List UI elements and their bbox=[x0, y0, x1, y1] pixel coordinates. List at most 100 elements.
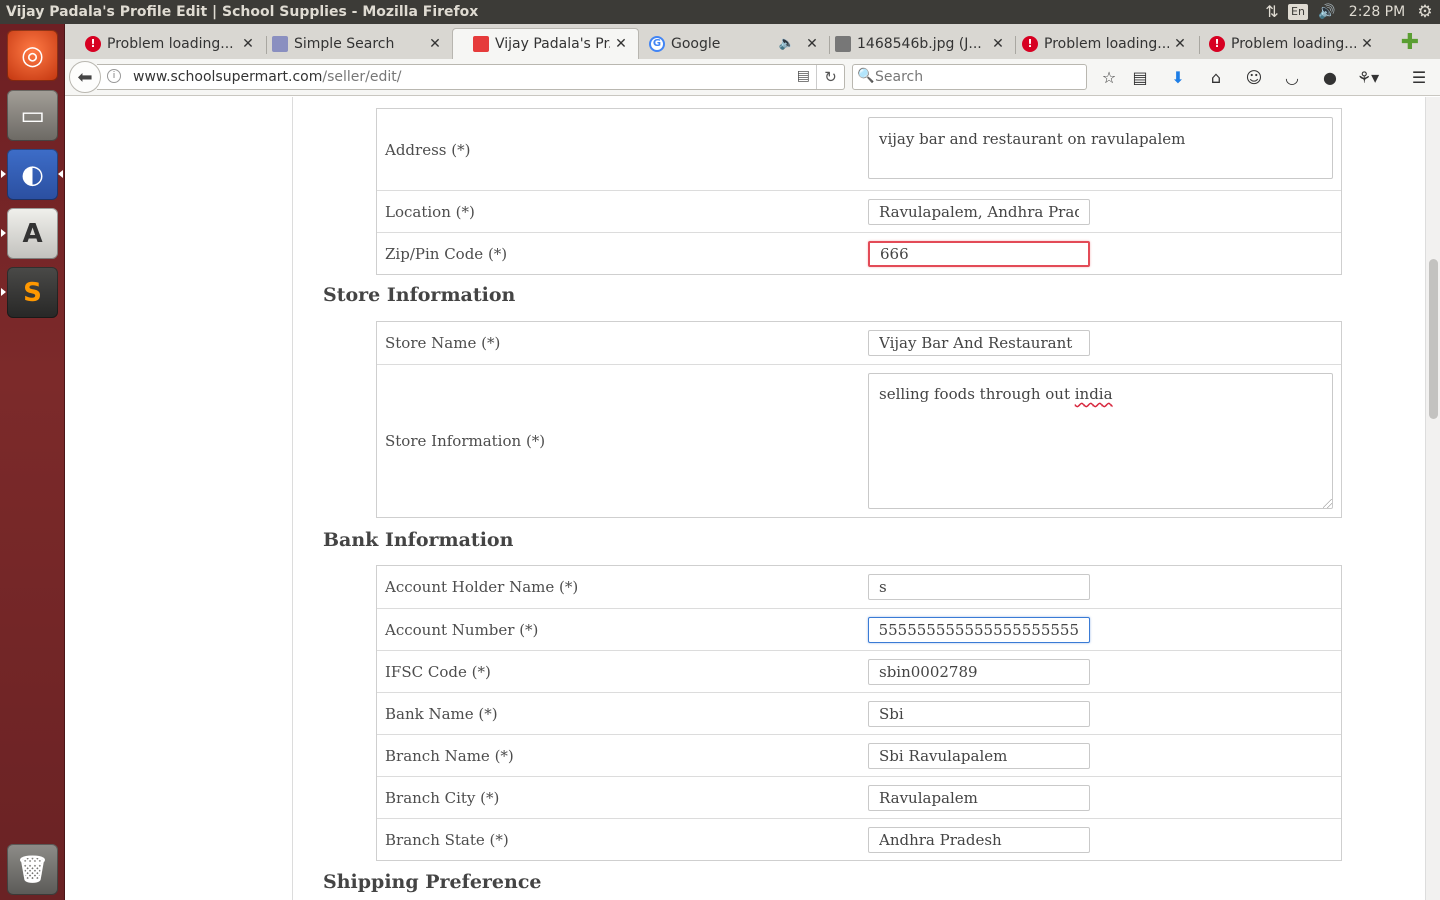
hello-chat-icon[interactable]: ☺ bbox=[1241, 65, 1267, 89]
search-bar[interactable]: 🔍 bbox=[852, 64, 1087, 90]
location-label: Location (*) bbox=[385, 202, 475, 221]
branch-city-input[interactable] bbox=[868, 785, 1090, 811]
page-content: Address (*) Location (*) Zip/Pin Code (*… bbox=[65, 97, 1425, 900]
reload-icon[interactable]: ↻ bbox=[816, 65, 844, 89]
close-tab-icon[interactable]: ✕ bbox=[1360, 36, 1374, 52]
account-holder-input[interactable] bbox=[868, 574, 1090, 600]
trash-icon[interactable]: 🗑 bbox=[7, 844, 58, 895]
new-tab-button[interactable]: ✚ bbox=[1396, 28, 1424, 56]
clock[interactable]: 2:28 PM bbox=[1344, 0, 1410, 24]
firefox-icon[interactable]: ◐ bbox=[7, 149, 58, 200]
downloads-icon[interactable]: ⬇ bbox=[1165, 65, 1191, 89]
page-scrollbar[interactable] bbox=[1425, 97, 1440, 900]
close-tab-icon[interactable]: ✕ bbox=[428, 36, 442, 52]
tab-problem-loading-1[interactable]: ! Problem loading... ✕ bbox=[65, 28, 265, 59]
store-information-heading: Store Information bbox=[323, 284, 516, 306]
hamburger-menu-icon[interactable]: ☰ bbox=[1406, 65, 1432, 89]
error-icon: ! bbox=[1209, 35, 1225, 52]
store-form-table: Store Name (*) Store Information (*) sel… bbox=[376, 321, 1342, 518]
window-title-bar: Vijay Padala's Profile Edit | School Sup… bbox=[0, 0, 1440, 24]
address-label: Address (*) bbox=[385, 140, 471, 159]
tab-problem-loading-2[interactable]: ! Problem loading... ✕ bbox=[1002, 28, 1197, 59]
address-row: Address (*) bbox=[377, 109, 1341, 190]
content-column-border bbox=[292, 97, 293, 900]
store-info-textarea[interactable] bbox=[868, 373, 1333, 509]
close-tab-icon[interactable]: ✕ bbox=[1173, 36, 1187, 52]
bank-name-input[interactable] bbox=[868, 701, 1090, 727]
firefox-running-indicator bbox=[1, 170, 6, 178]
location-input[interactable] bbox=[868, 199, 1090, 225]
account-number-label: Account Number (*) bbox=[385, 620, 539, 639]
branch-state-input[interactable] bbox=[868, 827, 1090, 853]
resize-grip-icon[interactable] bbox=[1323, 499, 1332, 508]
extension-dropdown-icon[interactable]: ⚘▾ bbox=[1355, 65, 1381, 89]
tab-problem-loading-3[interactable]: ! Problem loading... ✕ bbox=[1189, 28, 1384, 59]
keyboard-language-indicator[interactable]: En bbox=[1286, 0, 1310, 24]
bookmarks-list-icon[interactable]: ▤ bbox=[1127, 65, 1153, 89]
bank-form-table: Account Holder Name (*) Account Number (… bbox=[376, 565, 1342, 861]
home-icon[interactable]: ⌂ bbox=[1203, 65, 1229, 89]
zip-input[interactable] bbox=[868, 241, 1090, 267]
address-form-table: Address (*) Location (*) Zip/Pin Code (*… bbox=[376, 108, 1342, 275]
branch-name-row: Branch Name (*) bbox=[377, 734, 1341, 776]
addon-icon[interactable]: ● bbox=[1317, 65, 1343, 89]
store-name-row: Store Name (*) bbox=[377, 322, 1341, 364]
error-icon: ! bbox=[85, 35, 101, 52]
tab-vijay-padala-profile[interactable]: Vijay Padala's Pr... ✕ bbox=[452, 28, 639, 59]
search-icon: 🔍 bbox=[857, 68, 875, 84]
tab-image-jpg[interactable]: 1468546b.jpg (J... ✕ bbox=[815, 28, 1015, 59]
store-name-input[interactable] bbox=[868, 330, 1090, 356]
google-icon: G bbox=[649, 35, 665, 52]
close-tab-icon[interactable]: ✕ bbox=[614, 36, 628, 52]
firefox-focused-indicator bbox=[58, 170, 63, 178]
zip-label: Zip/Pin Code (*) bbox=[385, 244, 508, 263]
bookmark-star-icon[interactable]: ☆ bbox=[1096, 65, 1122, 89]
scrollbar-thumb[interactable] bbox=[1429, 259, 1438, 419]
software-center-icon[interactable]: A bbox=[7, 208, 58, 259]
search-input[interactable] bbox=[875, 68, 1080, 86]
speaker-icon[interactable]: 🔈 bbox=[779, 36, 795, 51]
url-bar[interactable]: i www.schoolsupermart.com/seller/edit/ ▤… bbox=[97, 64, 845, 90]
tab-strip: ! Problem loading... ✕ Simple Search ✕ V… bbox=[65, 24, 1440, 59]
zip-row: Zip/Pin Code (*) bbox=[377, 232, 1341, 274]
bank-name-label: Bank Name (*) bbox=[385, 704, 498, 723]
ifsc-row: IFSC Code (*) bbox=[377, 650, 1341, 692]
branch-state-row: Branch State (*) bbox=[377, 818, 1341, 860]
back-button[interactable]: ⬅ bbox=[69, 61, 101, 93]
error-icon: ! bbox=[1022, 35, 1038, 52]
account-number-row: Account Number (*) bbox=[377, 608, 1341, 650]
back-arrow-icon: ⬅ bbox=[77, 66, 93, 88]
reader-view-icon[interactable]: ▤ bbox=[797, 68, 810, 84]
system-settings-gear-icon[interactable]: ⚙ bbox=[1410, 0, 1440, 24]
ubuntu-icon[interactable]: ◎ bbox=[7, 30, 58, 81]
address-textarea[interactable] bbox=[868, 117, 1333, 179]
volume-icon[interactable]: 🔊 bbox=[1310, 0, 1344, 24]
branch-state-label: Branch State (*) bbox=[385, 830, 509, 849]
sublime-running-indicator bbox=[1, 288, 6, 296]
tab-google[interactable]: G Google 🔈 ✕ bbox=[629, 28, 829, 59]
store-info-row: Store Information (*) selling foods thro… bbox=[377, 364, 1341, 517]
files-icon[interactable]: ▭ bbox=[7, 90, 58, 141]
account-holder-label: Account Holder Name (*) bbox=[385, 578, 579, 596]
account-holder-row: Account Holder Name (*) bbox=[377, 566, 1341, 608]
store-info-label: Store Information (*) bbox=[385, 432, 546, 450]
branch-city-label: Branch City (*) bbox=[385, 788, 500, 807]
software-center-running-indicator bbox=[1, 229, 6, 237]
branch-city-row: Branch City (*) bbox=[377, 776, 1341, 818]
account-number-input[interactable] bbox=[868, 617, 1090, 643]
store-name-label: Store Name (*) bbox=[385, 334, 501, 352]
tab-simple-search[interactable]: Simple Search ✕ bbox=[252, 28, 452, 59]
branch-name-input[interactable] bbox=[868, 743, 1090, 769]
url-text[interactable]: www.schoolsupermart.com/seller/edit/ bbox=[133, 69, 401, 85]
sublime-text-icon[interactable]: S bbox=[7, 267, 58, 318]
document-icon bbox=[272, 35, 288, 52]
bank-name-row: Bank Name (*) bbox=[377, 692, 1341, 734]
site-info-icon[interactable]: i bbox=[107, 69, 121, 83]
location-row: Location (*) bbox=[377, 190, 1341, 232]
ifsc-input[interactable] bbox=[868, 659, 1090, 685]
store-icon bbox=[473, 36, 489, 52]
unity-launcher: ◎ ▭ ◐ A S 🗑 bbox=[0, 24, 65, 900]
shipping-preference-heading: Shipping Preference bbox=[323, 871, 542, 893]
pocket-icon[interactable]: ◡ bbox=[1279, 65, 1305, 89]
network-icon[interactable]: ⇅ bbox=[1258, 0, 1286, 24]
